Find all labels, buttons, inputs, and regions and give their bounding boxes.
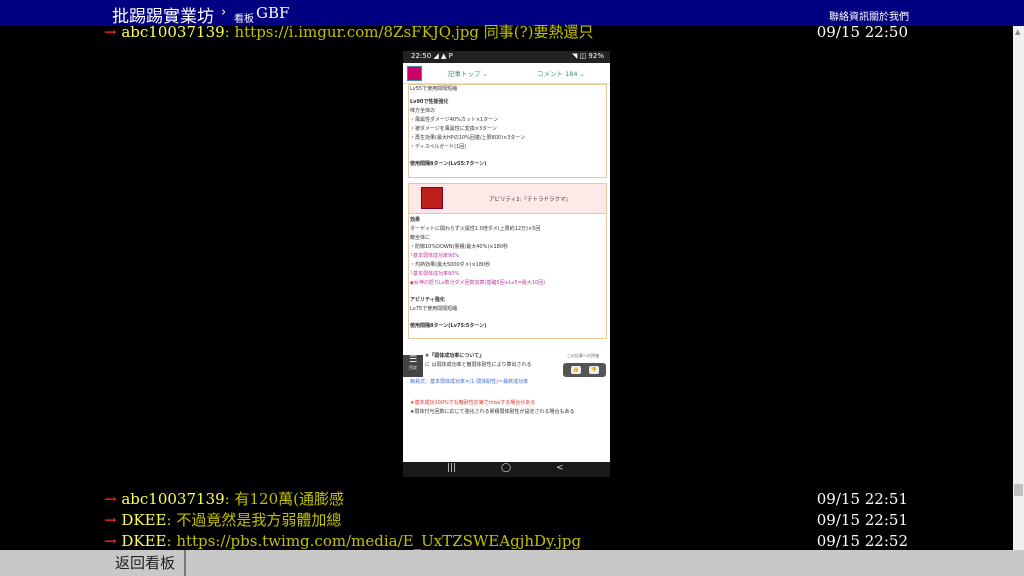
app-icon	[407, 66, 422, 81]
ability-header: アビリティ2:『テトラドラクマ』	[408, 183, 607, 215]
push-time: 09/15 22:50	[816, 23, 908, 41]
status-time: 22:50	[411, 52, 432, 60]
push-user: DKEE	[121, 532, 167, 550]
push-content-link[interactable]: : https://pbs.twimg.com/media/E_UxTZSWEA…	[167, 532, 582, 550]
push-user: abc10037139	[121, 23, 225, 41]
about-link[interactable]: 關於我們	[869, 8, 909, 23]
ability-title: アビリティ2:『テトラドラクマ』	[489, 197, 572, 203]
ph-line: ・防御10%DOWN(累積/最大40%)×180秒	[410, 244, 509, 250]
ph-line: ⑥『弱体成功率について』	[425, 353, 485, 359]
ph-line: Lv75で使用間隔短縮	[410, 306, 458, 312]
status-battery: ◥ ◫ 92%	[571, 52, 604, 60]
push-line: → abc10037139: 有120萬(通膨感 09/15 22:51	[104, 489, 914, 509]
scrollbar-thumb[interactable]	[1014, 484, 1023, 496]
embedded-screenshot-image: 22:50 ◢ ▲ P ◥ ◫ 92% 記事トップ ⌄ コメント 184 ⌄ L…	[403, 51, 610, 477]
push-user: abc10037139	[121, 490, 225, 508]
ph-line: 簡易式：基本弱体成功率×(1-弱体耐性)＝最終成功率	[410, 379, 529, 385]
tab-comments: コメント 184 ⌄	[537, 70, 585, 78]
ph-line: 敵全体に	[410, 235, 431, 241]
push-user: DKEE	[121, 511, 167, 529]
push-content-link[interactable]: : https://i.imgur.com/8ZsFKJQ.jpg 同事(?)要…	[225, 23, 594, 41]
push-line: → abc10037139: https://i.imgur.com/8ZsFK…	[104, 22, 914, 42]
push-tag: →	[104, 490, 117, 508]
ability-icon	[421, 187, 443, 209]
ph-line: ・被ダメージを風属性に変換×3ターン	[410, 126, 497, 132]
ph-line: ・灼熱効果(最大5000ダメ)×180秒	[410, 262, 491, 268]
status-icons: ◢ ▲ P	[433, 52, 453, 60]
push-content: : 有120萬(通膨感	[224, 490, 344, 508]
ph-line: ◆女神の怒りLv数分ダメ回数加算(基礎5回+Lv5=最大10回)	[410, 280, 546, 286]
ph-line: ・ディスペルガード(1回)	[410, 144, 467, 150]
article-menu-icon: ☰ 目次	[403, 355, 423, 377]
phone-nav-bar: ||| ◯ <	[403, 462, 610, 477]
home-icon: ◯	[501, 463, 512, 473]
back-to-board-button[interactable]: 返回看板	[106, 550, 186, 576]
push-tag: →	[104, 532, 117, 550]
ph-line: 使用間隔8ターン(Lv75:5ターン)	[410, 323, 487, 329]
menu-label: 目次	[409, 365, 417, 370]
ph-line: ★弱体付与回数に応じて強化される累積弱体耐性が設定される場合もある	[410, 409, 575, 415]
push-time: 09/15 22:51	[816, 511, 908, 529]
ph-line: ★基本成功100%でも敵耐性次第でmissする場合がある	[410, 400, 536, 406]
contact-link[interactable]: 聯絡資訊	[829, 8, 869, 23]
ph-line: Lv55で使用間隔短縮	[410, 86, 458, 92]
vote-label: この記事への評価	[567, 353, 599, 358]
ph-line: ・風属性ダメージ40%カット×1ターン	[410, 117, 498, 123]
ph-line: └基本弱体成功率90%	[410, 271, 460, 277]
tab-article-top: 記事トップ ⌄	[448, 70, 489, 78]
ph-line: 使用間隔8ターン(Lv55:7ターン)	[410, 161, 487, 167]
board-name-link[interactable]: GBF	[256, 4, 289, 22]
ph-line: └基本弱体成功率90%	[410, 253, 460, 259]
thumbs-down-icon: 👎	[589, 366, 599, 374]
recent-apps-icon: |||	[447, 463, 457, 473]
push-line: → DKEE: 不過竟然是我方弱體加總 09/15 22:51	[104, 510, 914, 530]
ph-line: Lv90で性能強化	[410, 99, 449, 105]
ph-line: ・再生効果(最大HPの10%回復/上限800)×3ターン	[410, 135, 526, 141]
push-time: 09/15 22:51	[816, 490, 908, 508]
phone-article-content: Lv55で使用間隔短縮 Lv90で性能強化 味方全体の ・風属性ダメージ40%カ…	[403, 84, 610, 462]
vote-box: 👍 👎	[563, 363, 606, 377]
push-line: → DKEE: https://pbs.twimg.com/media/E_Ux…	[104, 531, 914, 551]
phone-app-bar: 記事トップ ⌄ コメント 184 ⌄	[403, 63, 610, 84]
phone-status-bar: 22:50 ◢ ▲ P ◥ ◫ 92%	[403, 51, 610, 63]
scrollbar-track[interactable]	[1013, 26, 1024, 550]
scroll-up-arrow-icon[interactable]: ▲	[1015, 28, 1020, 36]
push-tag: →	[104, 511, 117, 529]
back-icon: <	[556, 463, 564, 473]
ph-line: ターゲットに関わらず火属性1.0倍ダメ(上限約12万)×5回	[410, 226, 541, 232]
thumbs-up-icon: 👍	[571, 366, 581, 374]
ph-line: に は弱体成功率と敵弱体耐性により算出される	[425, 362, 532, 368]
push-time: 09/15 22:52	[816, 532, 908, 550]
push-tag: →	[104, 23, 117, 41]
breadcrumb-separator: ›	[221, 5, 227, 20]
ph-line: 味方全体の	[410, 108, 436, 114]
ph-line: アビリティ強化	[410, 297, 445, 303]
push-content: : 不過竟然是我方弱體加總	[166, 511, 342, 529]
ph-line: 効果	[410, 217, 421, 223]
